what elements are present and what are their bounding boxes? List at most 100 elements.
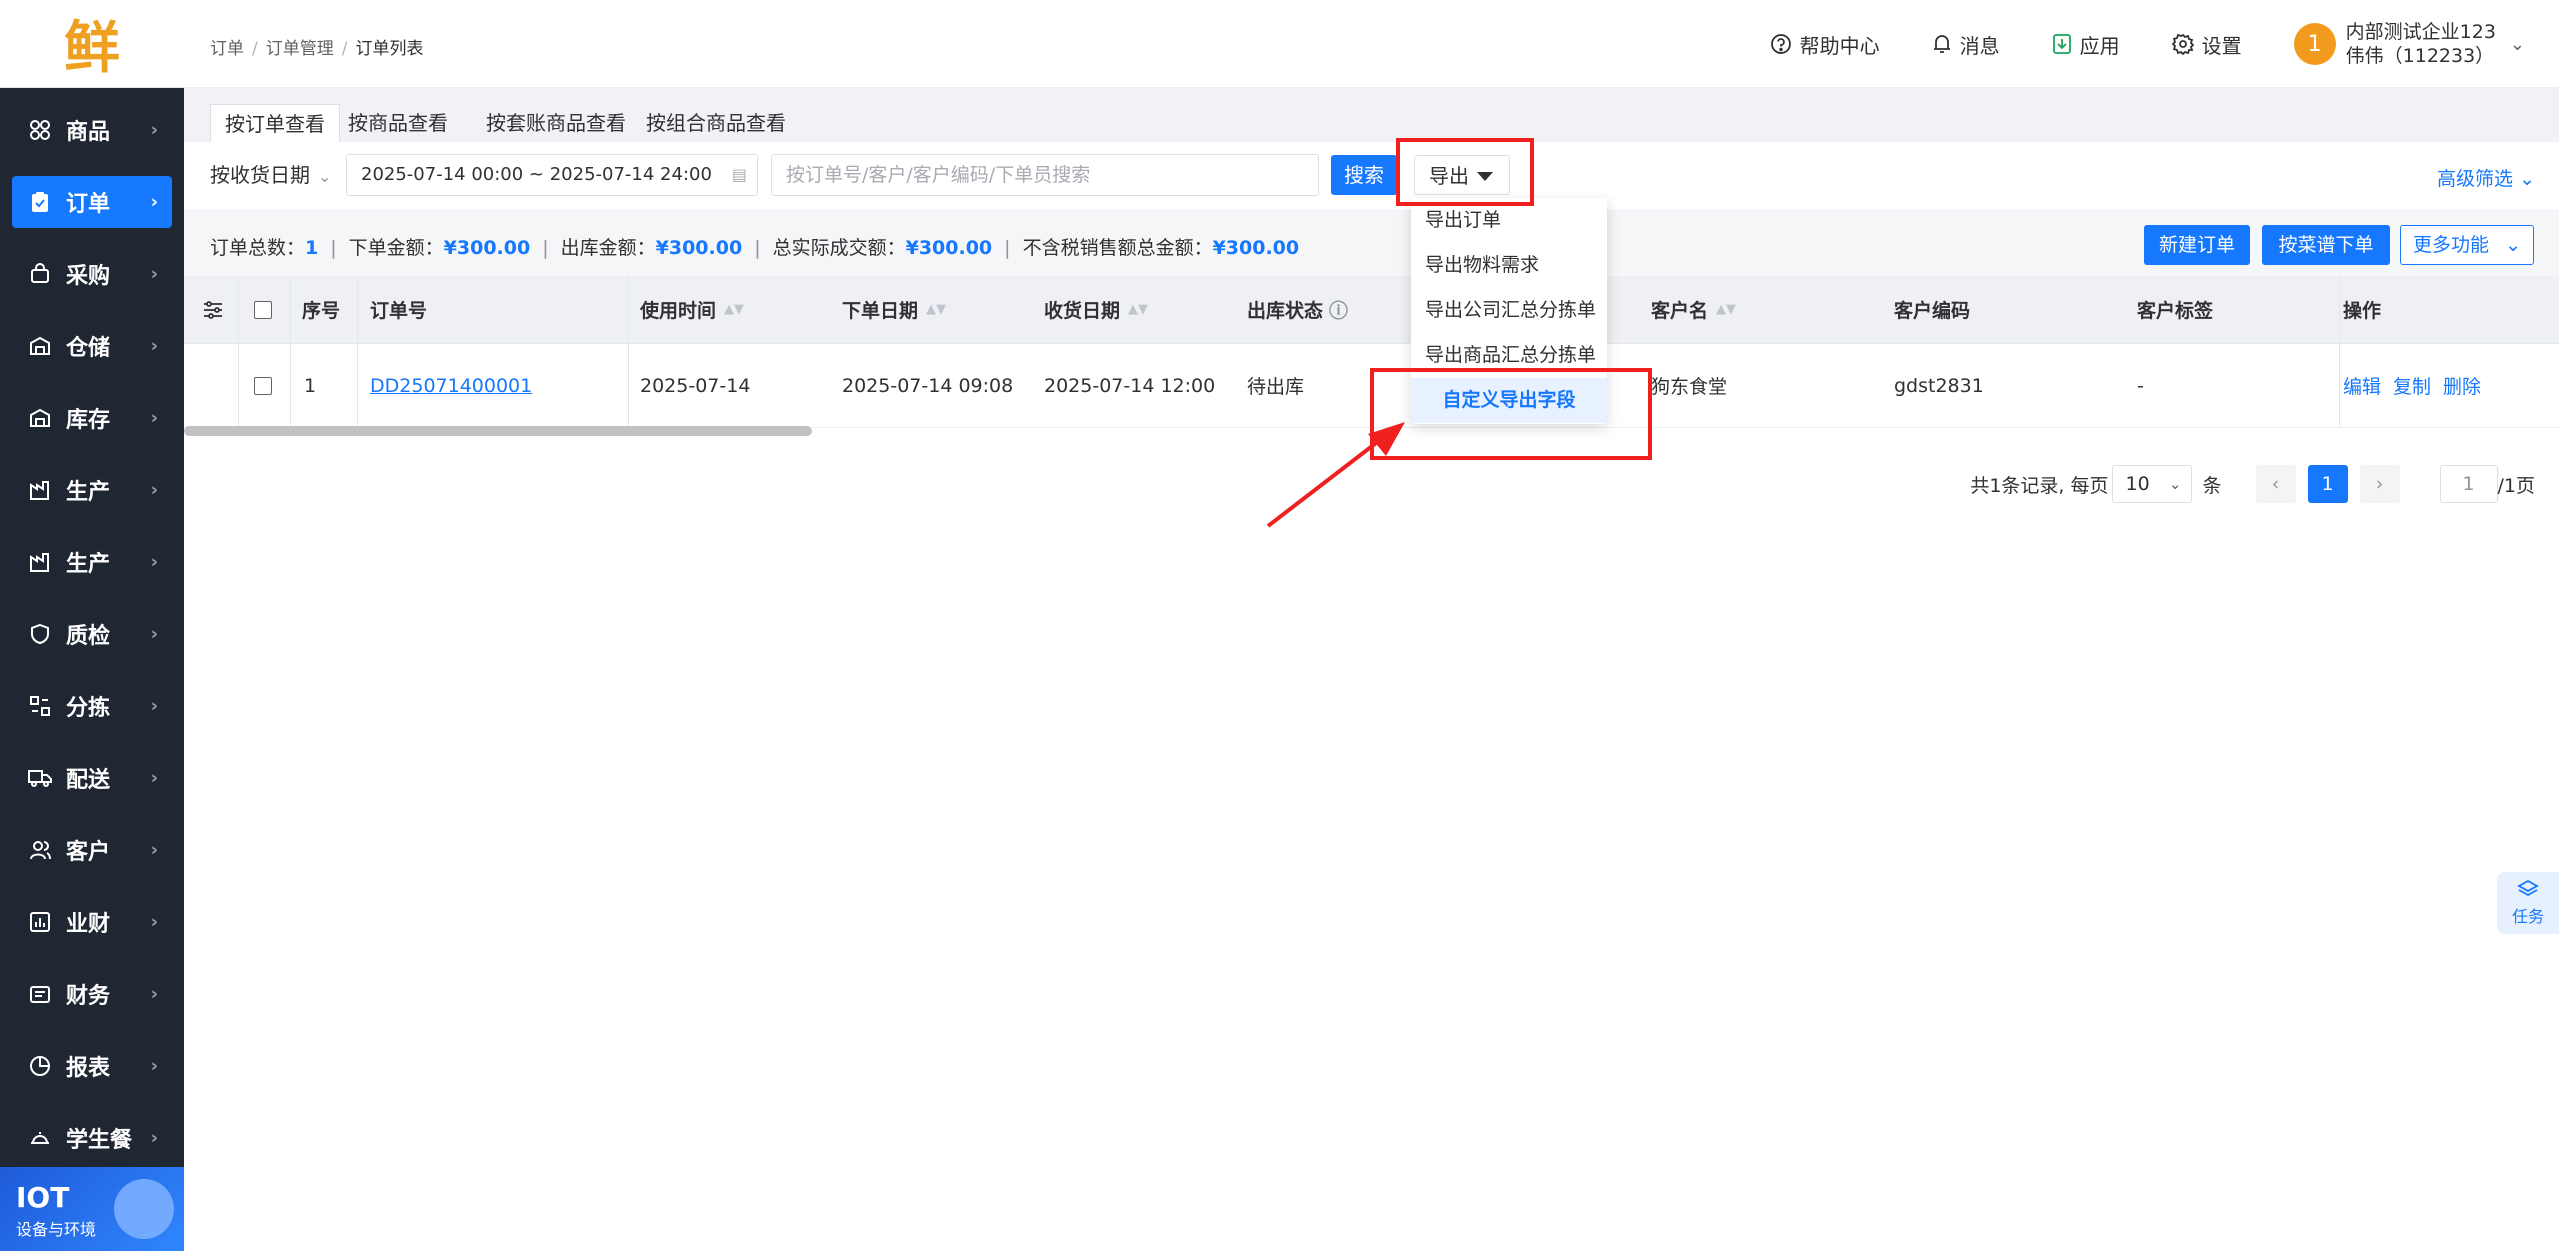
page-number-current[interactable]: 1	[2307, 465, 2348, 503]
new-order-button[interactable]: 新建订单	[2144, 225, 2250, 265]
menu-item-export-orders[interactable]: 导出订单	[1411, 198, 1607, 243]
header-actions: 帮助中心 消息 应用 设置 1 内部测试企业123 伟伟（112233） ⌄	[1770, 0, 2559, 88]
cell-order-date: 2025-07-14 09:08	[842, 374, 1014, 397]
col-out-status: 出库状态 ⓘ	[1247, 276, 1348, 343]
col-use-time[interactable]: 使用时间 ▲▼	[640, 276, 744, 343]
copy-link[interactable]: 复制	[2393, 372, 2431, 399]
calendar-icon: ▤	[731, 165, 747, 184]
order-by-menu-button[interactable]: 按菜谱下单	[2262, 225, 2390, 265]
col-receive-date[interactable]: 收货日期 ▲▼	[1044, 276, 1148, 343]
sidebar-item-production-2[interactable]: 生产 ›	[12, 536, 172, 588]
prev-page-button[interactable]: ‹	[2255, 465, 2296, 503]
chevron-down-icon: ⌄	[2509, 33, 2525, 55]
col-order-no: 订单号	[370, 300, 428, 322]
avatar: 1	[2293, 23, 2336, 65]
page-jump-input[interactable]: 1	[2439, 465, 2498, 503]
col-index: 序号	[302, 300, 341, 322]
menu-item-export-company-sorting[interactable]: 导出公司汇总分拣单	[1411, 288, 1607, 333]
chevron-right-icon: ›	[150, 1127, 158, 1149]
sidebar-item-delivery[interactable]: 配送 ›	[12, 752, 172, 804]
order-no-link[interactable]: DD25071400001	[370, 375, 532, 397]
breadcrumb-item[interactable]: 订单管理	[266, 39, 334, 59]
sort-icon	[28, 694, 52, 718]
apps-label: 应用	[2079, 33, 2120, 58]
column-settings-icon[interactable]	[202, 276, 224, 343]
next-page-button[interactable]: ›	[2359, 465, 2400, 503]
messages-link[interactable]: 消息	[1932, 30, 2000, 59]
apps-icon	[28, 118, 52, 142]
tab-by-product[interactable]: 按商品查看	[334, 104, 462, 142]
menu-item-export-material-demand[interactable]: 导出物料需求	[1411, 243, 1607, 288]
logo[interactable]: 鲜	[0, 0, 184, 88]
column-divider	[238, 344, 239, 427]
apps-link[interactable]: 应用	[2052, 30, 2120, 59]
col-out-status-label: 出库状态	[1247, 300, 1324, 322]
advanced-filter-link[interactable]: 高级筛选 ⌄	[2437, 164, 2535, 191]
divider: |	[330, 237, 337, 259]
export-button[interactable]: 导出	[1414, 155, 1510, 195]
date-range-picker[interactable]: 2025-07-14 00:00 ~ 2025-07-14 24:00 ▤	[346, 154, 758, 196]
user-name: 伟伟（112233）	[2345, 45, 2495, 67]
sidebar-item-label: 财务	[66, 984, 111, 1009]
clipboard-icon	[28, 190, 52, 214]
col-order-date[interactable]: 下单日期 ▲▼	[842, 276, 946, 343]
sidebar-item-production[interactable]: 生产 ›	[12, 464, 172, 516]
table-header: 序号 订单号 使用时间 ▲▼ 下单日期 ▲▼ 收货日期 ▲▼ 出库状态 ⓘ 客户名 ▲▼ …	[184, 276, 2559, 344]
col-customer[interactable]: 客户名 ▲▼	[1651, 276, 1736, 343]
order-amount-value: ¥300.00	[443, 237, 531, 259]
menu-item-custom-export-fields[interactable]: 自定义导出字段	[1411, 378, 1607, 423]
search-input[interactable]: 按订单号/客户/客户编码/下单员搜索	[771, 154, 1319, 196]
date-range-value: 2025-07-14 00:00 ~ 2025-07-14 24:00	[361, 164, 712, 185]
sidebar-item-storage[interactable]: 仓储 ›	[12, 320, 172, 372]
col-order-date-label: 下单日期	[842, 300, 919, 322]
orders-table: 序号 订单号 使用时间 ▲▼ 下单日期 ▲▼ 收货日期 ▲▼ 出库状态 ⓘ 客户名 ▲▼ …	[184, 276, 2559, 428]
page-size-select[interactable]: 10 ⌄	[2112, 465, 2193, 503]
table-row[interactable]: 1 DD25071400001 2025-07-14 2025-07-14 09…	[184, 344, 2559, 428]
chevron-right-icon: ›	[2375, 473, 2384, 495]
sidebar-item-finance[interactable]: 财务 ›	[12, 968, 172, 1020]
order-count-label: 订单总数：	[210, 237, 306, 259]
task-panel-button[interactable]: 任务	[2497, 872, 2559, 934]
col-ops: 操作	[2343, 300, 2382, 322]
settings-link[interactable]: 设置	[2171, 30, 2242, 59]
delete-link[interactable]: 删除	[2443, 372, 2481, 399]
sort-icon: ▲▼	[926, 301, 947, 317]
horizontal-scrollbar[interactable]	[184, 426, 812, 436]
select-all-checkbox[interactable]	[254, 300, 272, 319]
sidebar-item-student-meals[interactable]: 学生餐 ›	[12, 1112, 172, 1164]
sidebar-item-purchase[interactable]: 采购 ›	[12, 248, 172, 300]
tab-by-ledger-product[interactable]: 按套账商品查看	[472, 104, 640, 142]
sidebar-item-sorting[interactable]: 分拣 ›	[12, 680, 172, 732]
sidebar-item-customers[interactable]: 客户 ›	[12, 824, 172, 876]
chevron-down-icon: ⌄	[2519, 168, 2535, 190]
sidebar-item-orders[interactable]: 订单 ›	[12, 176, 172, 228]
cell-ops: 编辑 复制 删除	[2343, 344, 2493, 427]
chevron-right-icon: ›	[150, 623, 158, 645]
select-all-checkbox-cell	[254, 276, 272, 343]
breadcrumb-item[interactable]: 订单	[210, 39, 244, 59]
company-name: 内部测试企业123	[2345, 21, 2496, 43]
users-icon	[28, 838, 52, 862]
help-center-link[interactable]: 帮助中心	[1770, 30, 1880, 59]
iot-banner[interactable]: IOT 设备与环境	[0, 1167, 184, 1251]
more-functions-button[interactable]: 更多功能 ⌄	[2400, 225, 2534, 265]
sidebar-item-reports[interactable]: 报表 ›	[12, 1040, 172, 1092]
row-checkbox[interactable]	[254, 376, 272, 395]
tab-by-combo-product[interactable]: 按组合商品查看	[632, 104, 800, 142]
date-type-select[interactable]: 按收货日期 ⌄	[210, 156, 331, 194]
chevron-left-icon: ‹	[2271, 473, 2280, 495]
tab-by-order[interactable]: 按订单查看	[210, 104, 340, 142]
bar-chart-icon	[28, 910, 52, 934]
edit-link[interactable]: 编辑	[2343, 372, 2381, 399]
help-circle-icon[interactable]: ⓘ	[1329, 296, 1348, 323]
menu-item-export-product-sorting[interactable]: 导出商品汇总分拣单	[1411, 333, 1607, 378]
breadcrumb: 订单 / 订单管理 / 订单列表	[210, 34, 423, 59]
sidebar-item-inventory[interactable]: 库存 ›	[12, 392, 172, 444]
sidebar-item-goods[interactable]: 商品 ›	[12, 104, 172, 156]
sidebar-item-quality[interactable]: 质检 ›	[12, 608, 172, 660]
search-button[interactable]: 搜索	[1331, 155, 1397, 195]
cell-order-no: DD25071400001	[370, 344, 532, 427]
user-menu[interactable]: 1 内部测试企业123 伟伟（112233） ⌄	[2293, 20, 2525, 68]
column-divider	[2339, 344, 2340, 427]
sidebar-item-business-finance[interactable]: 业财 ›	[12, 896, 172, 948]
